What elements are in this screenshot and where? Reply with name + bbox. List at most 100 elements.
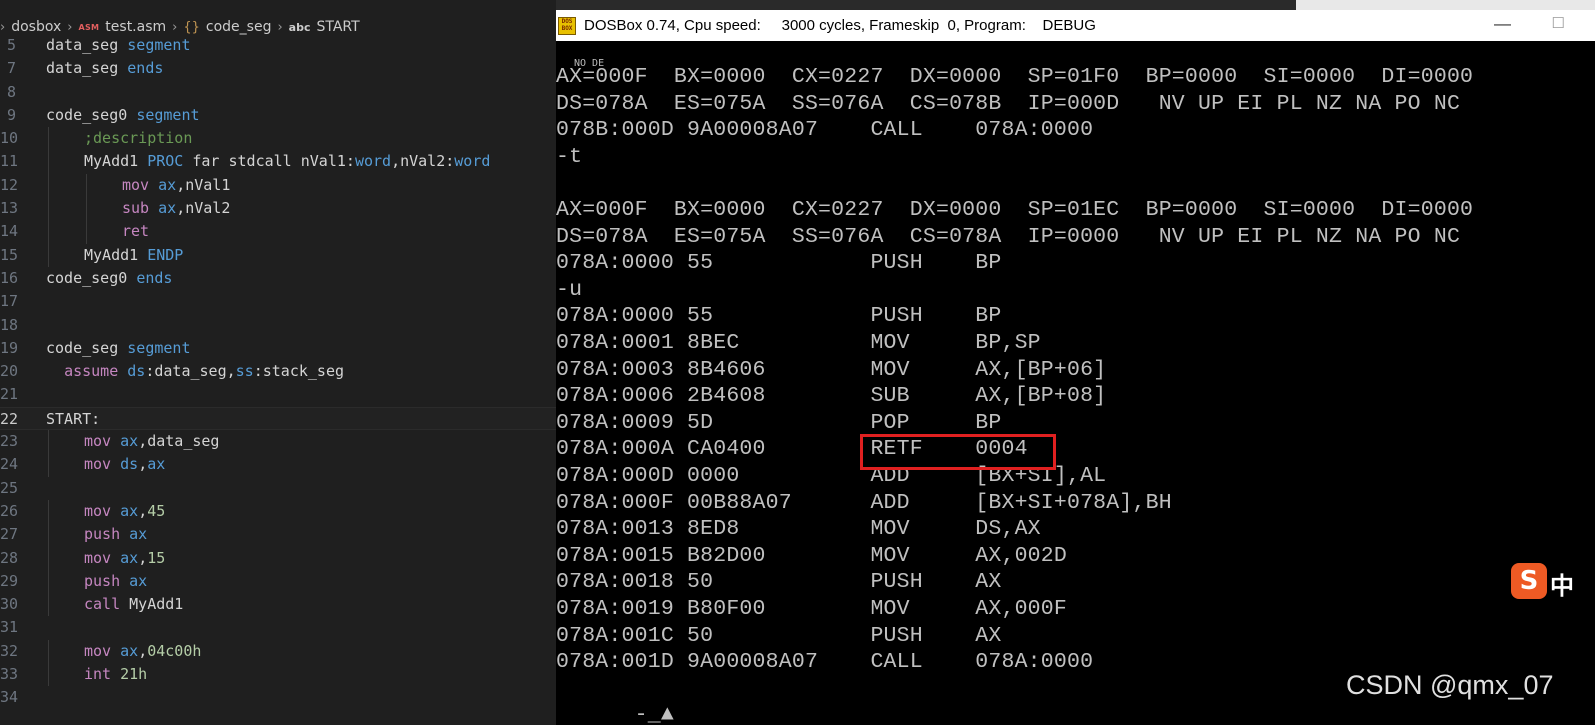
code-token: segment bbox=[136, 105, 200, 124]
line-number: 31 bbox=[0, 618, 19, 637]
code-line[interactable]: 25 bbox=[0, 477, 556, 500]
code-token: assume bbox=[64, 362, 128, 381]
code-line[interactable]: 12 mov ax,nVal1 bbox=[0, 173, 556, 198]
code-line[interactable]: 24 mov ds,ax bbox=[0, 453, 556, 477]
console-line: 078A:001D 9A00008A07 CALL 078A:0000 bbox=[556, 650, 1094, 675]
code-text: ;description bbox=[84, 127, 192, 150]
code-token: mov bbox=[84, 501, 121, 520]
line-number: 17 bbox=[0, 292, 19, 311]
line-number: 23 bbox=[0, 432, 19, 451]
code-token: ax bbox=[129, 525, 148, 544]
code-line[interactable]: 34 bbox=[0, 686, 556, 709]
code-line[interactable]: 31 bbox=[0, 616, 556, 639]
code-line[interactable]: 14 ret bbox=[0, 220, 556, 244]
code-line[interactable]: 9 code_seg0 segment bbox=[0, 104, 556, 127]
console-line: 078A:0015 B82D00 MOV AX,002D bbox=[556, 543, 1067, 568]
line-number: 33 bbox=[0, 665, 19, 684]
csdn-watermark: CSDN @qmx_07 bbox=[1346, 670, 1554, 700]
code-line[interactable]: 16 code_seg0 ends bbox=[0, 267, 556, 290]
code-line[interactable]: 10 ;description bbox=[0, 127, 556, 151]
code-token: 04c00h bbox=[147, 641, 202, 660]
maximize-button[interactable]: ☐ bbox=[1552, 14, 1565, 32]
line-number: 22 bbox=[0, 409, 19, 428]
line-number: 18 bbox=[0, 315, 19, 334]
console-line: AX=000F BX=0000 CX=0227 DX=0000 SP=01F0 … bbox=[556, 65, 1474, 89]
code-line[interactable]: 15 MyAdd1 ENDP bbox=[0, 243, 556, 267]
code-line[interactable]: 13 sub ax,nVal2 bbox=[0, 197, 556, 221]
breadcrumb-symbol[interactable]: START bbox=[317, 19, 360, 35]
code-line[interactable]: 23 mov ax,data_seg bbox=[0, 430, 556, 454]
breadcrumb-file[interactable]: test.asm bbox=[105, 19, 166, 35]
code-token: PROC bbox=[147, 152, 184, 171]
dosbox-window[interactable]: DOS BOX DOSBox 0.74, Cpu speed: 3000 cyc… bbox=[556, 10, 1595, 725]
code-line[interactable]: 30 call MyAdd1 bbox=[0, 593, 556, 617]
line-number: 16 bbox=[0, 268, 19, 287]
minimize-button[interactable]: — bbox=[1494, 14, 1511, 34]
code-token: ,nVal1 bbox=[176, 175, 231, 194]
console-line: 078A:0000 55 PUSH BP bbox=[556, 304, 1002, 329]
sogou-ime-icon[interactable]: S bbox=[1511, 563, 1547, 599]
dos-console-screen[interactable]: NO DE AX=000F BX=0000 CX=0227 DX=0000 SP… bbox=[556, 41, 1595, 725]
code-line[interactable]: 18 bbox=[0, 314, 556, 337]
breadcrumb-separator: › bbox=[172, 19, 178, 35]
indent-guide bbox=[48, 197, 49, 221]
code-line[interactable]: 26 mov ax,45 bbox=[0, 499, 556, 524]
code-token: MyAdd1 bbox=[129, 595, 184, 614]
code-line[interactable]: 29 push ax bbox=[0, 569, 556, 594]
code-token: mov bbox=[84, 455, 121, 474]
line-number: 30 bbox=[0, 595, 19, 614]
code-line[interactable]: 7 data_seg ends bbox=[0, 57, 556, 80]
code-editor[interactable]: › dosbox › ASM test.asm › {} code_seg › … bbox=[0, 0, 556, 725]
line-number: 9 bbox=[6, 105, 16, 124]
code-line[interactable]: 20 assume ds:data_seg,ss:stack_seg bbox=[0, 360, 556, 383]
background-window-edge bbox=[1296, 0, 1595, 10]
line-number: 12 bbox=[0, 175, 19, 194]
code-line[interactable]: 22 START: bbox=[0, 406, 556, 431]
console-line: 078A:0019 B80F00 MOV AX,000F bbox=[556, 597, 1067, 621]
code-token: :data_seg, bbox=[145, 362, 236, 381]
code-token: word bbox=[454, 152, 491, 171]
indent-guide bbox=[48, 593, 49, 617]
console-line: DS=078A ES=075A SS=076A CS=078A IP=0000 … bbox=[556, 224, 1461, 249]
code-text: code_seg segment bbox=[46, 337, 191, 360]
code-line[interactable]: 17 bbox=[0, 290, 556, 313]
code-line[interactable]: 33 int 21h bbox=[0, 663, 556, 687]
code-text: code_seg0 ends bbox=[46, 267, 172, 290]
code-lines[interactable]: 5 data_seg segment 7 data_seg ends 8 9 code_se… bbox=[0, 34, 556, 710]
dosbox-titlebar[interactable]: DOS BOX DOSBox 0.74, Cpu speed: 3000 cyc… bbox=[556, 10, 1595, 41]
code-token: int bbox=[84, 665, 121, 684]
indent-guide bbox=[48, 243, 49, 267]
line-number: 27 bbox=[0, 525, 19, 544]
background-strip bbox=[556, 0, 1296, 10]
line-number: 25 bbox=[0, 478, 19, 497]
code-line[interactable]: 5 data_seg segment bbox=[0, 34, 556, 57]
code-line[interactable]: 28 mov ax,15 bbox=[0, 546, 556, 570]
code-token: sub bbox=[122, 199, 159, 218]
line-number: 11 bbox=[0, 152, 19, 171]
ime-language-indicator[interactable]: 中 bbox=[1550, 566, 1574, 601]
breadcrumb-folder[interactable]: dosbox bbox=[11, 19, 61, 35]
code-text: sub ax,nVal2 bbox=[122, 197, 230, 220]
line-number: 19 bbox=[0, 338, 19, 357]
code-line[interactable]: 32 mov ax,04c00h bbox=[0, 639, 556, 664]
code-token: code_seg0 bbox=[46, 105, 137, 124]
breadcrumb-segment[interactable]: code_seg bbox=[206, 19, 272, 35]
line-number: 13 bbox=[0, 199, 19, 218]
code-token: call bbox=[84, 595, 130, 614]
code-text: data_seg segment bbox=[46, 34, 191, 57]
code-line[interactable]: 21 bbox=[0, 383, 556, 406]
code-line[interactable]: 8 bbox=[0, 81, 556, 104]
code-line[interactable]: 11 MyAdd1 PROC far stdcall nVal1:word,nVa… bbox=[0, 150, 556, 174]
code-token: ax bbox=[147, 455, 166, 474]
code-token: ,nVal2 bbox=[176, 199, 231, 218]
namespace-symbol-icon: {} bbox=[183, 19, 200, 35]
code-line[interactable]: 27 push ax bbox=[0, 523, 556, 547]
code-token: data_seg bbox=[46, 36, 128, 54]
code-text: mov ax,15 bbox=[84, 547, 165, 570]
console-line: DS=078A ES=075A SS=076A CS=078B IP=000D … bbox=[556, 91, 1461, 116]
code-token: START: bbox=[46, 409, 101, 428]
console-prompt[interactable]: -_▲ bbox=[556, 676, 674, 725]
code-token: :stack_seg bbox=[253, 362, 345, 381]
code-token: ds bbox=[120, 455, 139, 474]
code-line[interactable]: 19 code_seg segment bbox=[0, 337, 556, 360]
